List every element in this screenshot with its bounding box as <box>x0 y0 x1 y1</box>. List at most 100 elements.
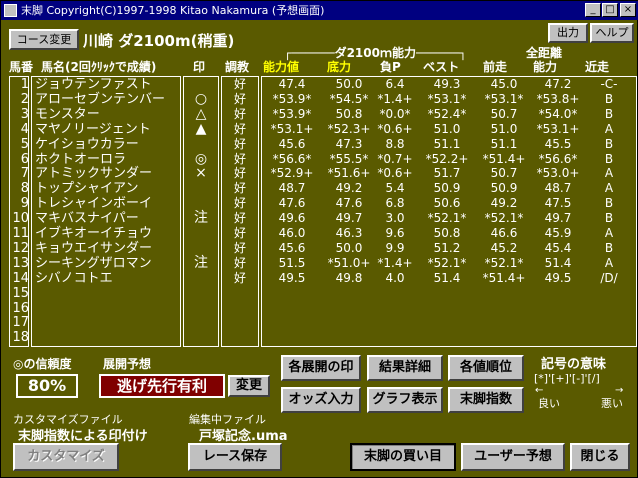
race-save-button[interactable]: レース保存 <box>188 443 282 471</box>
row-prev: 50.9 <box>490 181 518 196</box>
row-horse-no: 6 <box>20 151 29 167</box>
header-prev[interactable]: 前走 <box>483 58 507 75</box>
row-all-ability: *53.1+ <box>536 121 580 136</box>
row-horse-name[interactable]: シバノコトエ <box>35 271 181 286</box>
row-horse-no: 17 <box>12 315 29 331</box>
row-ability: 48.7 <box>278 181 306 196</box>
row-prev: *52.1* <box>484 211 524 226</box>
app-icon <box>4 4 17 17</box>
title-bar[interactable]: 末脚 Copyright(C)1997-1998 Kitao Nakamura … <box>1 1 638 20</box>
row-all-ability: 49.5 <box>544 270 572 285</box>
row-horse-name[interactable]: マキバスナイパー <box>35 211 181 226</box>
row-horse-no: 12 <box>12 240 29 256</box>
row-horse-name[interactable]: アローセブンテンバー <box>35 92 181 107</box>
row-horse-no: 8 <box>20 181 29 197</box>
row-horse-no: 15 <box>12 285 29 301</box>
row-horse-no: 7 <box>20 166 29 182</box>
suekyaku-index-button[interactable]: 末脚指数 <box>448 387 524 413</box>
row-condition: 好 <box>233 151 246 166</box>
row-condition: 好 <box>233 121 246 136</box>
user-forecast-button[interactable]: ユーザー予想 <box>461 443 565 471</box>
row-mark: ▲ <box>195 120 207 137</box>
header-all-ability[interactable]: 能力 <box>533 58 557 75</box>
minimize-button[interactable]: _ <box>585 3 601 17</box>
row-ability: *53.1+ <box>270 121 314 136</box>
header-best[interactable]: ベスト <box>423 58 459 75</box>
row-recent: /D/ <box>600 270 618 285</box>
row-negp: 8.8 <box>385 136 405 151</box>
row-ability: *52.9+ <box>270 166 314 181</box>
row-best: 51.2 <box>433 240 461 255</box>
row-best: 51.1 <box>433 136 461 151</box>
row-ability: 49.6 <box>278 211 306 226</box>
row-mark: 注 <box>194 254 208 271</box>
header-recent[interactable]: 近走 <box>585 58 609 75</box>
row-recent: A <box>604 166 614 181</box>
row-ability: *56.6* <box>272 151 312 166</box>
row-base: 49.8 <box>335 270 363 285</box>
row-base: 50.0 <box>335 77 363 91</box>
graph-view-button[interactable]: グラフ表示 <box>367 387 443 413</box>
row-horse-no: 10 <box>12 211 29 227</box>
header-ability[interactable]: 能力値 <box>263 58 299 75</box>
row-ability: 46.0 <box>278 226 306 240</box>
row-base: 47.3 <box>335 136 363 151</box>
row-horse-name[interactable]: キョウエイサンダー <box>35 241 181 256</box>
row-condition: 好 <box>233 91 246 106</box>
close-button[interactable]: 閉じる <box>570 443 630 471</box>
row-negp: *0.6+ <box>377 166 413 181</box>
row-recent: A <box>604 121 614 136</box>
row-horse-name[interactable]: モンスター <box>35 107 181 122</box>
row-prev: 49.2 <box>490 196 518 211</box>
value-rank-button[interactable]: 各値順位 <box>448 355 524 381</box>
header-negp[interactable]: 負P <box>380 58 401 75</box>
row-all-ability: 47.2 <box>544 77 572 91</box>
row-condition: 好 <box>233 136 246 151</box>
row-horse-name[interactable]: ホクトオーロラ <box>35 152 181 167</box>
maximize-button[interactable]: □ <box>602 3 618 17</box>
row-horse-name[interactable]: トレシャインボーイ <box>35 196 181 211</box>
change-button[interactable]: 変更 <box>228 375 270 397</box>
row-horse-name[interactable]: イブキオーイチョウ <box>35 226 181 241</box>
row-negp: 6.4 <box>385 77 405 91</box>
row-recent: B <box>604 151 614 166</box>
row-horse-no: 11 <box>12 226 29 241</box>
row-negp: *0.0* <box>379 106 411 121</box>
row-recent: -C- <box>600 77 618 91</box>
header-base[interactable]: 底力 <box>327 58 351 75</box>
row-prev: *53.1* <box>484 91 524 106</box>
row-horse-name[interactable]: シーキングザロマン <box>35 256 181 271</box>
course-change-button[interactable]: コース変更 <box>9 29 79 50</box>
row-recent: B <box>604 211 614 226</box>
row-horse-name[interactable]: トップシャイアン <box>35 181 181 196</box>
row-all-ability: 45.9 <box>544 226 572 240</box>
row-horse-name[interactable]: ジョウテンファスト <box>35 77 181 92</box>
row-base: *54.5* <box>329 91 369 106</box>
row-ability: 45.6 <box>278 240 306 255</box>
marks-by-pace-button[interactable]: 各展開の印 <box>281 355 361 381</box>
result-detail-button[interactable]: 結果詳細 <box>367 355 443 381</box>
help-button[interactable]: ヘルプ <box>590 23 634 43</box>
row-condition: 好 <box>233 196 246 211</box>
row-prev: *51.4+ <box>482 151 526 166</box>
row-recent: A <box>604 255 614 270</box>
output-button[interactable]: 出力 <box>548 23 588 43</box>
row-horse-no: 18 <box>12 330 29 346</box>
legend-title: 記号の意味 <box>541 357 607 372</box>
row-all-ability: *54.0* <box>538 106 578 121</box>
row-prev: 45.2 <box>490 240 518 255</box>
row-horse-no: 2 <box>20 91 29 107</box>
close-window-button[interactable]: × <box>620 3 636 17</box>
odds-input-button[interactable]: オッズ入力 <box>281 387 361 413</box>
row-horse-no: 13 <box>12 255 29 271</box>
row-horse-name[interactable]: ケイショウカラー <box>35 137 181 152</box>
row-horse-name[interactable]: アトミックサンダー <box>35 166 181 181</box>
row-ability: 49.5 <box>278 270 306 285</box>
row-prev: *52.1* <box>484 255 524 270</box>
row-horse-name[interactable]: マヤノリージェント <box>35 122 181 137</box>
row-recent: A <box>604 226 614 240</box>
customize-button[interactable]: カスタマイズ <box>13 443 119 471</box>
window-title: 末脚 Copyright(C)1997-1998 Kitao Nakamura … <box>21 4 325 17</box>
buy-button[interactable]: 末脚の買い目 <box>350 443 456 471</box>
reliability-value: 80% <box>16 374 78 398</box>
